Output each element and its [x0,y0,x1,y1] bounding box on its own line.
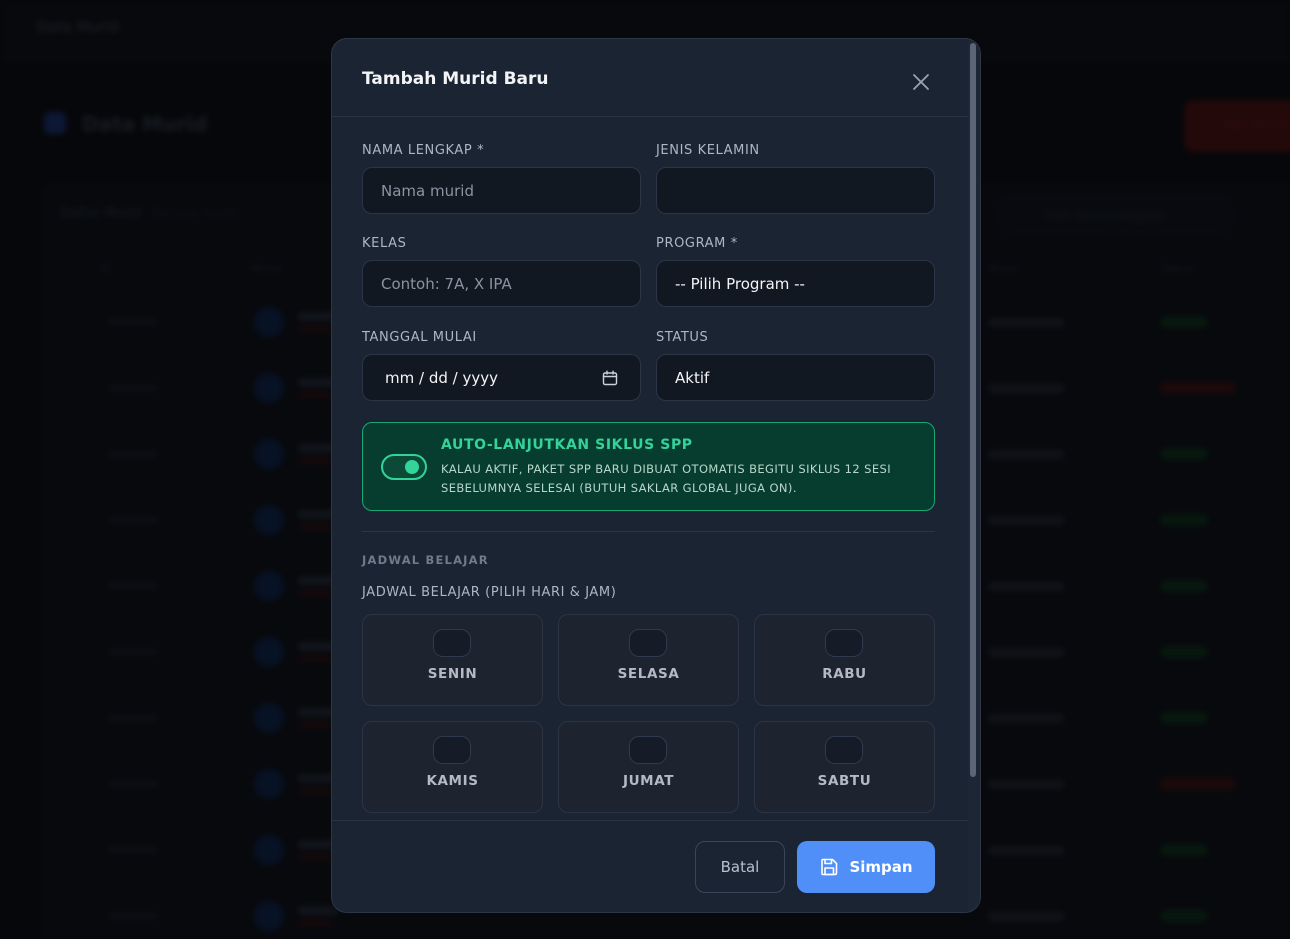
gender-select[interactable] [656,167,935,214]
auto-spp-toggle[interactable] [381,454,427,480]
day-card-kamis[interactable]: KAMIS [362,721,543,813]
name-label: NAMA LENGKAP * [362,143,485,158]
day-card-senin[interactable]: SENIN [362,614,543,706]
day-checkbox[interactable] [825,736,863,764]
close-icon [913,74,929,90]
section-divider [362,531,935,532]
day-name: RABU [822,666,867,682]
save-button[interactable]: Simpan [797,841,935,893]
day-checkbox[interactable] [433,736,471,764]
day-card-sabtu[interactable]: SABTU [754,721,935,813]
program-select[interactable]: -- Pilih Program -- [656,260,935,307]
close-button[interactable] [908,69,934,95]
day-name: JUMAT [622,773,675,789]
day-name: SABTU [817,773,872,789]
day-card-rabu[interactable]: RABU [754,614,935,706]
schedule-label: JADWAL BELAJAR (PILIH HARI & JAM) [362,585,617,600]
modal-title: Tambah Murid Baru [362,69,549,89]
date-placeholder: mm / dd / yyyy [385,368,498,387]
start-date-label: TANGGAL MULAI [362,330,477,345]
day-checkbox[interactable] [629,629,667,657]
modal-footer: Batal Simpan [332,820,970,912]
gender-label: JENIS KELAMIN [656,143,760,158]
auto-spp-description: KALAU AKTIF, PAKET SPP BARU DIBUAT OTOMA… [441,462,892,495]
start-date-input[interactable]: mm / dd / yyyy [362,354,641,401]
status-label: STATUS [656,330,709,345]
day-name: KAMIS [426,773,479,789]
class-label: KELAS [362,236,407,251]
modal-scrollbar-thumb[interactable] [970,43,976,777]
status-value: Aktif [675,368,710,387]
auto-spp-title: AUTO-LANJUTKAN SIKLUS SPP [441,437,693,453]
save-label: Simpan [849,858,913,876]
toggle-knob [405,460,419,474]
cancel-button[interactable]: Batal [695,841,785,893]
modal-header: Tambah Murid Baru [332,39,970,117]
auto-spp-panel: AUTO-LANJUTKAN SIKLUS SPP KALAU AKTIF, P… [362,422,935,511]
cancel-label: Batal [720,858,760,876]
day-checkbox[interactable] [433,629,471,657]
save-icon [821,858,838,876]
calendar-icon[interactable] [602,370,618,386]
day-card-jumat[interactable]: JUMAT [558,721,739,813]
day-name: SENIN [427,666,478,682]
day-name: SELASA [617,666,680,682]
add-student-modal: Tambah Murid Baru NAMA LENGKAP * JENIS K… [331,38,981,913]
class-input[interactable] [362,260,641,307]
name-input[interactable] [362,167,641,214]
day-card-selasa[interactable]: SELASA [558,614,739,706]
status-select[interactable]: Aktif [656,354,935,401]
schedule-section-label: JADWAL BELAJAR [362,553,489,567]
program-label: PROGRAM * [656,236,738,251]
program-value: -- Pilih Program -- [675,274,805,293]
day-checkbox[interactable] [629,736,667,764]
day-checkbox[interactable] [825,629,863,657]
